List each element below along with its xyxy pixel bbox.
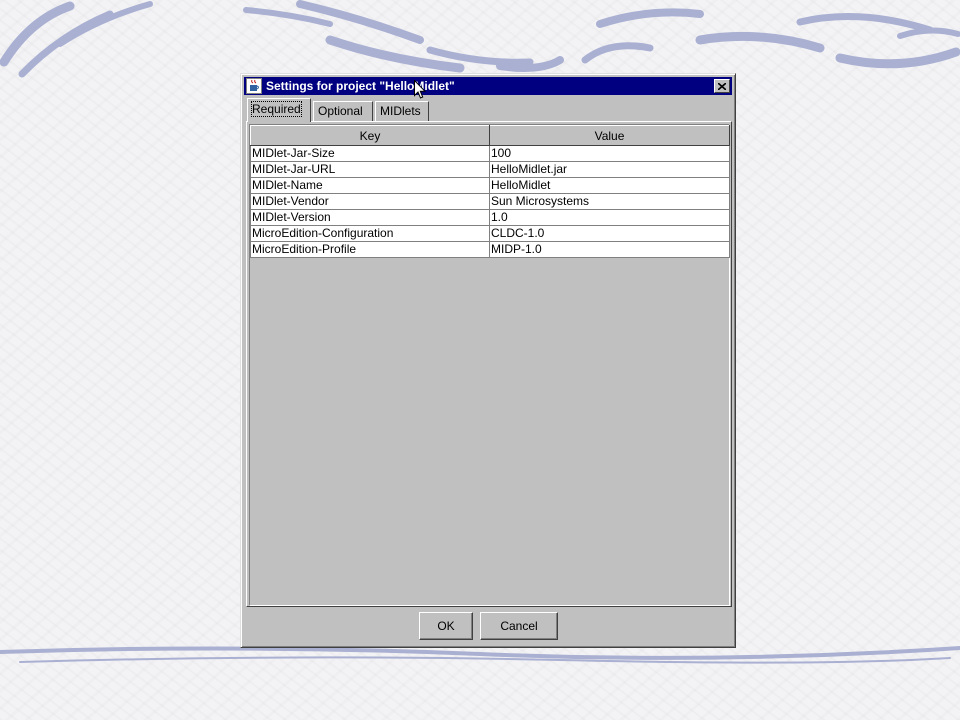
close-button[interactable] [714, 79, 730, 93]
tab-midlets[interactable]: MIDlets [375, 101, 429, 121]
key-cell[interactable]: MicroEdition-Profile [250, 241, 490, 258]
key-cell[interactable]: MIDlet-Vendor [250, 193, 490, 210]
value-cell[interactable]: MIDP-1.0 [489, 241, 730, 258]
mouse-pointer-icon [414, 80, 426, 99]
value-cell[interactable]: Sun Microsystems [489, 193, 730, 210]
tab-strip: Required Optional MIDlets [246, 98, 726, 122]
tab-required[interactable]: Required [247, 98, 311, 122]
slide-decoration-top [0, 0, 960, 78]
close-icon [718, 82, 726, 90]
java-cup-icon [246, 78, 262, 94]
value-cell[interactable]: 1.0 [489, 209, 730, 226]
ok-button[interactable]: OK [419, 612, 473, 640]
column-header-value[interactable]: Value [489, 125, 730, 146]
column-header-key[interactable]: Key [250, 125, 490, 146]
value-cell[interactable]: HelloMidlet.jar [489, 161, 730, 178]
table-row[interactable]: MIDlet-Name HelloMidlet [250, 177, 730, 194]
table-row[interactable]: MicroEdition-Profile MIDP-1.0 [250, 241, 730, 258]
properties-table-viewport[interactable]: Key Value MIDlet-Jar-Size 100 MIDlet-Jar-… [249, 124, 730, 606]
table-row[interactable]: MicroEdition-Configuration CLDC-1.0 [250, 225, 730, 242]
key-cell[interactable]: MIDlet-Version [250, 209, 490, 226]
table-row[interactable]: MIDlet-Jar-URL HelloMidlet.jar [250, 161, 730, 178]
window-title: Settings for project "HelloMidlet" [266, 79, 455, 93]
settings-dialog: Settings for project "HelloMidlet" Requi… [240, 73, 736, 648]
table-row[interactable]: MIDlet-Version 1.0 [250, 209, 730, 226]
tab-optional[interactable]: Optional [313, 101, 373, 121]
table-row[interactable]: MIDlet-Jar-Size 100 [250, 145, 730, 162]
table-row[interactable]: MIDlet-Vendor Sun Microsystems [250, 193, 730, 210]
key-cell[interactable]: MIDlet-Name [250, 177, 490, 194]
tab-panel-required: Key Value MIDlet-Jar-Size 100 MIDlet-Jar-… [246, 121, 732, 607]
value-cell[interactable]: HelloMidlet [489, 177, 730, 194]
value-cell[interactable]: 100 [489, 145, 730, 162]
title-bar[interactable]: Settings for project "HelloMidlet" [244, 77, 732, 95]
value-cell[interactable]: CLDC-1.0 [489, 225, 730, 242]
key-cell[interactable]: MicroEdition-Configuration [250, 225, 490, 242]
key-cell[interactable]: MIDlet-Jar-URL [250, 161, 490, 178]
table-header-row: Key Value [250, 125, 730, 146]
key-cell[interactable]: MIDlet-Jar-Size [250, 145, 490, 162]
properties-table: Key Value MIDlet-Jar-Size 100 MIDlet-Jar-… [250, 125, 730, 258]
cancel-button[interactable]: Cancel [480, 612, 558, 640]
